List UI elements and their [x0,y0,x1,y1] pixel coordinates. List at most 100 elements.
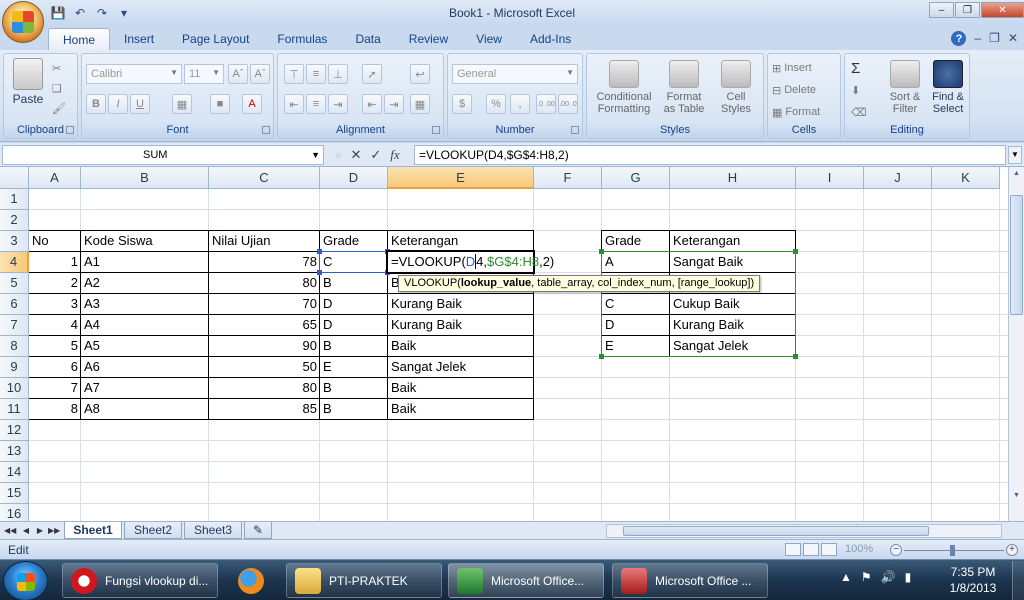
last-sheet-icon[interactable]: ▶▶ [48,524,60,537]
column-header-d[interactable]: D [320,167,388,189]
merge-center-button[interactable]: ▦ [410,94,430,114]
delete-cells-button[interactable]: ⊟ Delete [772,80,816,100]
increase-decimal-button[interactable]: .0 .00 [536,94,556,114]
ribbon-close-button[interactable]: ✕ [1008,31,1018,46]
select-all-button[interactable] [0,167,29,189]
table-cell-kode[interactable]: A7 [81,378,103,399]
vertical-scrollbar[interactable]: ▲ ▼ [1008,167,1024,521]
horizontal-scrollbar[interactable] [606,524,1002,538]
scroll-up-icon[interactable]: ▲ [1010,167,1023,181]
cell-styles-button[interactable]: Cell Styles [711,60,761,115]
font-size-combo[interactable]: 11 ▼ [184,64,224,84]
lookup-cell-grade[interactable]: C [602,294,617,315]
taskbar-item-access[interactable]: Microsoft Office ... [612,563,768,598]
table-cell-keterangan[interactable]: Kurang Baik [388,294,465,315]
header-grade[interactable]: Grade [320,231,362,252]
row-header-1[interactable]: 1 [0,189,29,210]
worksheet-grid[interactable]: A B C D E F G H I J K 1 2 3 4 5 6 7 8 9 … [0,167,1008,521]
table-cell-no[interactable]: 7 [29,378,81,399]
sheet-tab-sheet3[interactable]: Sheet3 [184,522,242,539]
row-header-6[interactable]: 6 [0,294,29,315]
align-center-button[interactable]: ≡ [306,94,326,114]
formula-input[interactable]: =VLOOKUP(D4,$G$4:H8,2) [414,145,1006,165]
next-sheet-icon[interactable]: ▶ [34,524,46,537]
table-cell-no[interactable]: 8 [29,399,81,420]
table-cell-kode[interactable]: A1 [81,252,103,273]
insert-sheet-button[interactable]: ✎ [244,522,272,539]
currency-button[interactable]: $ [452,94,472,114]
row-header-11[interactable]: 11 [0,399,29,420]
tab-data[interactable]: Data [341,28,394,50]
tab-page-layout[interactable]: Page Layout [168,28,263,50]
decrease-decimal-button[interactable]: .00 .0 [558,94,578,114]
lookup-cell-grade[interactable]: D [602,315,617,336]
header-kode-siswa[interactable]: Kode Siswa [81,231,156,252]
table-cell-keterangan[interactable]: Kurang Baik [388,315,465,336]
lookup-cell-keterangan[interactable]: Kurang Baik [670,315,747,336]
header-keterangan[interactable]: Keterangan [388,231,461,252]
align-bottom-button[interactable]: ⊥ [328,64,348,84]
font-launcher-icon[interactable] [262,126,270,134]
help-icon[interactable]: ? [951,31,967,46]
table-cell-kode[interactable]: A4 [81,315,103,336]
table-cell-kode[interactable]: A6 [81,357,103,378]
table-cell-no[interactable]: 3 [29,294,81,315]
table-cell-no[interactable]: 2 [29,273,81,294]
wrap-text-button[interactable]: ↩ [410,64,430,84]
function-dropdown-icon[interactable]: ○ [336,150,341,160]
start-button[interactable] [3,561,48,600]
row-header-5[interactable]: 5 [0,273,29,294]
column-header-g[interactable]: G [602,167,670,189]
zoom-in-icon[interactable]: + [1006,544,1018,556]
tab-home[interactable]: Home [48,28,111,50]
lookup-cell-keterangan[interactable]: Sangat Baik [670,252,746,273]
insert-function-button[interactable]: fx [390,147,399,163]
table-cell-grade[interactable]: B [320,336,335,357]
format-cells-button[interactable]: ▦ Format [772,102,820,122]
row-header-14[interactable]: 14 [0,462,29,483]
office-button[interactable] [2,1,44,43]
lookup-header-grade[interactable]: Grade [602,231,644,252]
sheet-tab-sheet1[interactable]: Sheet1 [64,522,122,539]
shrink-font-button[interactable]: Aˇ [250,64,270,84]
taskbar-item-excel[interactable]: Microsoft Office... [448,563,604,598]
page-layout-view-icon[interactable] [803,543,819,556]
tab-formulas[interactable]: Formulas [263,28,341,50]
row-header-3[interactable]: 3 [0,231,29,252]
cancel-icon[interactable]: ✕ [350,147,361,163]
lookup-cell-keterangan[interactable]: Cukup Baik [670,294,742,315]
table-cell-grade[interactable]: B [320,378,335,399]
autosum-button[interactable]: Σ [851,58,860,78]
font-name-combo[interactable]: Calibri ▼ [86,64,182,84]
comma-button[interactable]: , [510,94,530,114]
table-cell-keterangan[interactable]: Baik [388,378,419,399]
tab-review[interactable]: Review [395,28,462,50]
lookup-cell-grade[interactable]: E [602,336,617,357]
header-no[interactable]: No [29,231,52,252]
sort-filter-button[interactable]: Sort & Filter [885,60,925,115]
format-painter-button[interactable]: 🖌 [52,98,66,118]
find-select-button[interactable]: Find & Select [927,60,969,115]
table-cell-grade[interactable]: B [320,399,335,420]
restore-button[interactable]: ❐ [955,2,980,18]
column-header-k[interactable]: K [932,167,1000,189]
show-desktop-button[interactable] [1012,561,1024,600]
lookup-header-keterangan[interactable]: Keterangan [670,231,743,252]
fill-button[interactable]: ⬇ [851,80,860,100]
zoom-knob[interactable] [950,545,955,556]
lookup-cell-keterangan[interactable]: Sangat Jelek [670,336,751,357]
table-cell-keterangan[interactable]: Baik [388,399,419,420]
insert-cells-button[interactable]: ⊞ Insert [772,58,812,78]
row-header-10[interactable]: 10 [0,378,29,399]
ribbon-minimize-button[interactable]: – [974,31,981,46]
table-cell-no[interactable]: 6 [29,357,81,378]
editing-cell-text[interactable]: =VLOOKUP(D4,$G$4:H8,2) [388,252,557,273]
table-cell-kode[interactable]: A2 [81,273,103,294]
sheet-tab-sheet2[interactable]: Sheet2 [124,522,182,539]
vertical-scroll-thumb[interactable] [1010,195,1023,315]
row-header-15[interactable]: 15 [0,483,29,504]
horizontal-scroll-thumb[interactable] [623,526,929,536]
percent-button[interactable]: % [486,94,506,114]
clear-button[interactable]: ⌫ [851,102,867,122]
table-cell-nilai[interactable]: 65 [209,315,320,336]
